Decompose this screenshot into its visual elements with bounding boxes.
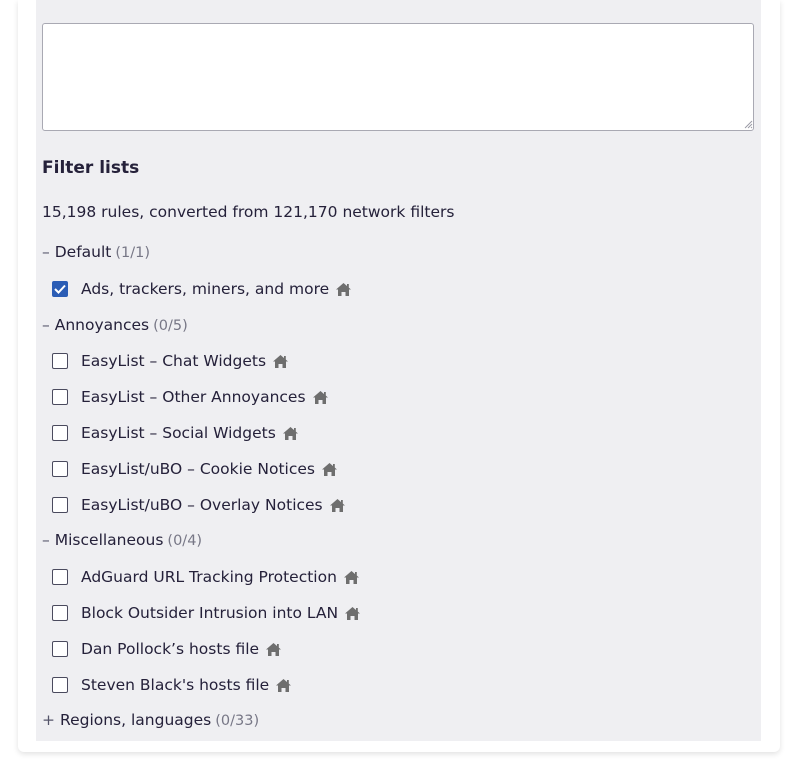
- group-annoyances-toggle[interactable]: – Annoyances (0/5): [42, 316, 188, 334]
- checkbox[interactable]: [52, 605, 68, 621]
- list-item[interactable]: Ads, trackers, miners, and more: [52, 278, 352, 300]
- checkbox[interactable]: [52, 461, 68, 477]
- home-icon[interactable]: [343, 570, 360, 585]
- group-name: Miscellaneous: [54, 531, 164, 549]
- list-label: EasyList/uBO – Overlay Notices: [81, 496, 323, 514]
- checkbox[interactable]: [52, 389, 68, 405]
- collapse-toggle: –: [42, 531, 50, 549]
- home-icon[interactable]: [272, 354, 289, 369]
- group-count: (0/4): [167, 533, 203, 549]
- check-icon: [54, 284, 66, 294]
- list-item[interactable]: AdGuard URL Tracking Protection: [52, 566, 360, 588]
- list-item[interactable]: Block Outsider Intrusion into LAN: [52, 602, 361, 624]
- checkbox[interactable]: [52, 497, 68, 513]
- checkbox[interactable]: [52, 281, 68, 297]
- list-label: Block Outsider Intrusion into LAN: [81, 604, 339, 622]
- list-label: EasyList/uBO – Cookie Notices: [81, 460, 315, 478]
- list-label: EasyList – Social Widgets: [81, 424, 276, 442]
- checkbox[interactable]: [52, 641, 68, 657]
- group-miscellaneous-toggle[interactable]: – Miscellaneous (0/4): [42, 531, 202, 549]
- home-icon[interactable]: [275, 678, 292, 693]
- list-item[interactable]: Steven Black's hosts file: [52, 674, 292, 696]
- list-label: AdGuard URL Tracking Protection: [81, 568, 337, 586]
- resize-grip-icon[interactable]: [744, 120, 753, 129]
- group-regions-languages-toggle[interactable]: + Regions, languages (0/33): [42, 711, 259, 729]
- expand-toggle: +: [42, 711, 55, 729]
- home-icon[interactable]: [329, 498, 346, 513]
- rules-summary: 15,198 rules, converted from 121,170 net…: [42, 203, 455, 221]
- list-item[interactable]: EasyList/uBO – Overlay Notices: [52, 494, 346, 516]
- group-count: (0/5): [153, 318, 188, 334]
- list-label: EasyList – Chat Widgets: [81, 352, 267, 370]
- group-name: Annoyances: [54, 316, 150, 334]
- filter-lists-heading: Filter lists: [42, 158, 140, 178]
- home-icon[interactable]: [344, 606, 361, 621]
- checkbox[interactable]: [52, 353, 68, 369]
- list-item[interactable]: EasyList – Chat Widgets: [52, 350, 289, 372]
- list-item[interactable]: Dan Pollock’s hosts file: [52, 638, 282, 660]
- custom-filters-editor[interactable]: [42, 23, 754, 131]
- list-label: EasyList – Other Annoyances: [81, 388, 306, 406]
- checkbox[interactable]: [52, 569, 68, 585]
- list-item[interactable]: EasyList – Social Widgets: [52, 422, 299, 444]
- group-name: Regions, languages: [60, 711, 212, 729]
- checkbox[interactable]: [52, 425, 68, 441]
- collapse-toggle: –: [42, 243, 50, 261]
- home-icon[interactable]: [335, 282, 352, 297]
- home-icon[interactable]: [282, 426, 299, 441]
- checkbox[interactable]: [52, 677, 68, 693]
- home-icon[interactable]: [312, 390, 329, 405]
- list-label: Dan Pollock’s hosts file: [81, 640, 260, 658]
- list-item[interactable]: EasyList/uBO – Cookie Notices: [52, 458, 338, 480]
- home-icon[interactable]: [321, 462, 338, 477]
- group-count: (1/1): [115, 245, 151, 261]
- group-name: Default: [54, 243, 112, 261]
- group-default-toggle[interactable]: – Default (1/1): [42, 243, 150, 261]
- list-item[interactable]: EasyList – Other Annoyances: [52, 386, 329, 408]
- collapse-toggle: –: [42, 316, 50, 334]
- home-icon[interactable]: [265, 642, 282, 657]
- group-count: (0/33): [215, 713, 260, 729]
- list-label: Ads, trackers, miners, and more: [81, 280, 330, 298]
- list-label: Steven Black's hosts file: [81, 676, 270, 694]
